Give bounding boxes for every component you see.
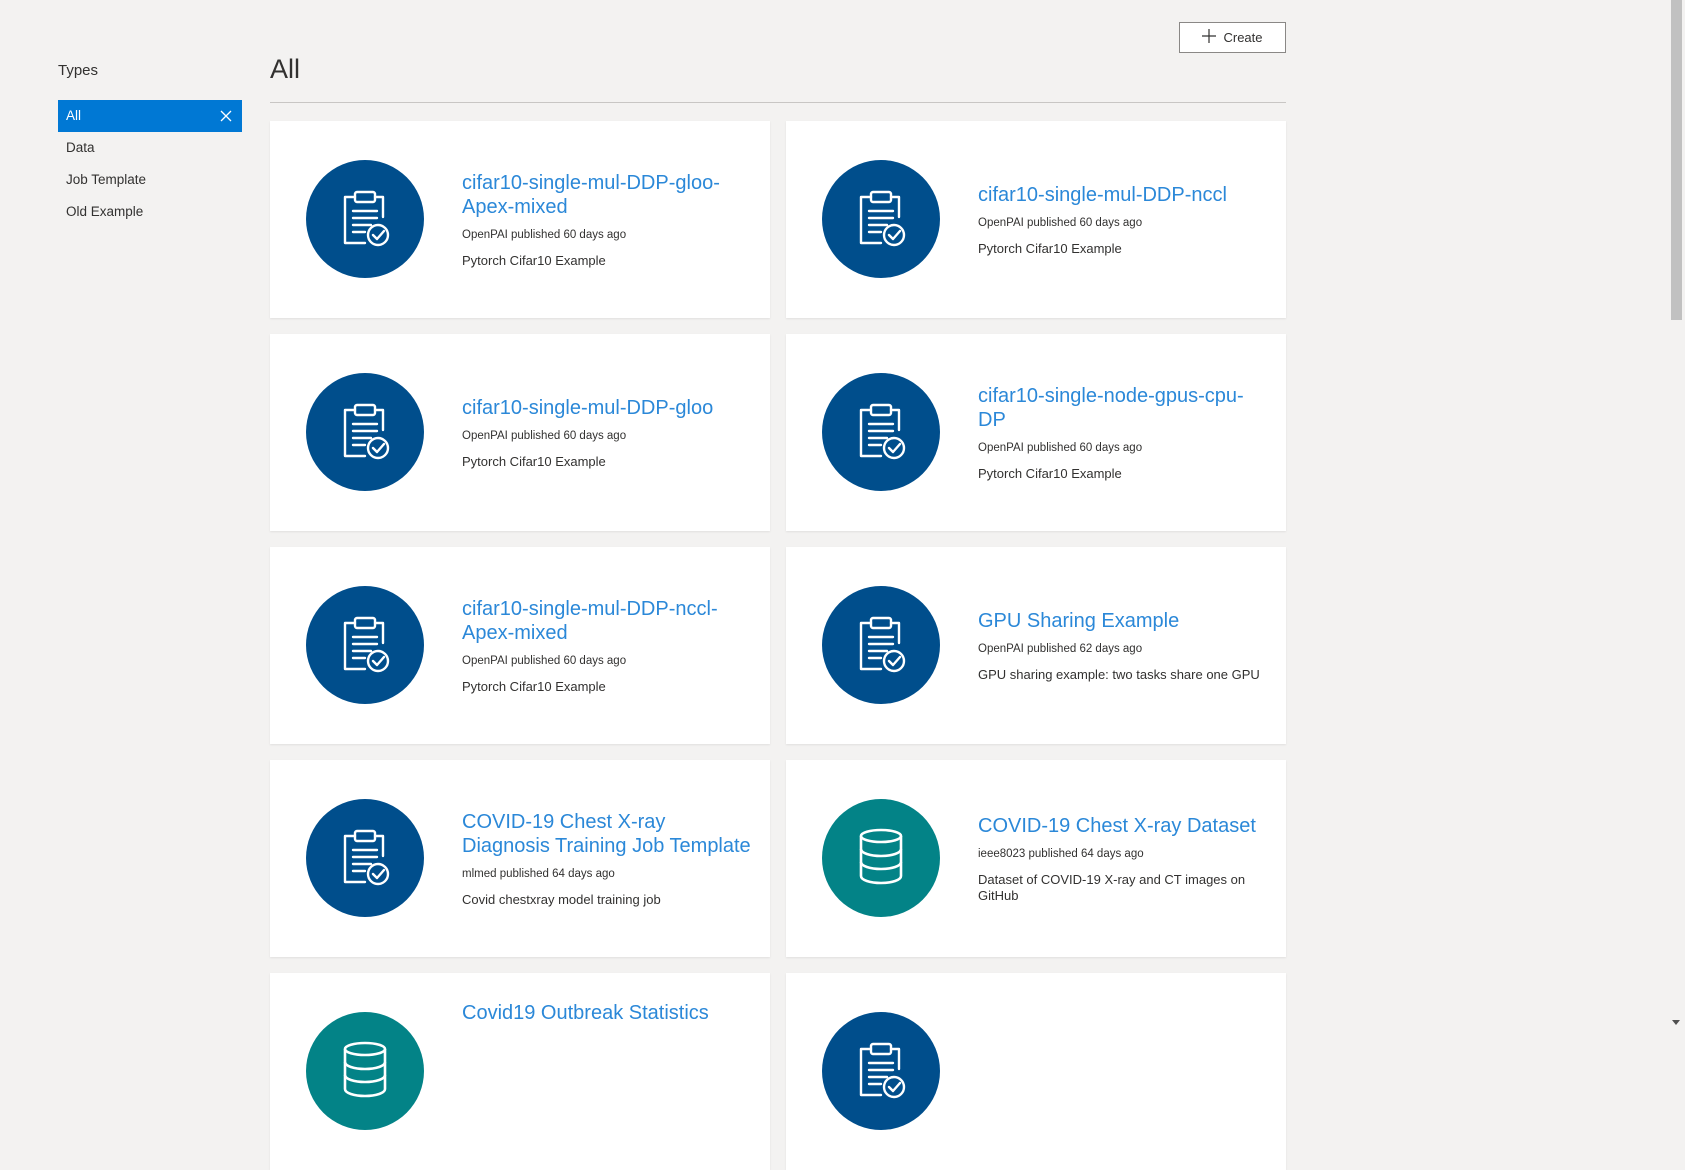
create-button-label: Create <box>1223 30 1263 45</box>
marketplace-card[interactable]: Covid19 Outbreak Statistics <box>270 973 770 1170</box>
type-filter-label: Data <box>66 140 95 155</box>
job-template-icon-circle <box>306 160 424 278</box>
job-template-icon-circle <box>822 1012 940 1130</box>
marketplace-card[interactable] <box>786 973 1286 1170</box>
card-publisher: OpenPAI published 60 days ago <box>978 216 1143 229</box>
create-button[interactable]: Create <box>1179 22 1286 53</box>
clipboard-check-icon <box>337 826 393 891</box>
card-description: Pytorch Cifar10 Example <box>978 240 1122 256</box>
card-title[interactable]: COVID-19 Chest X-ray Dataset <box>978 814 1270 838</box>
scroll-down-arrow-icon[interactable] <box>1672 1020 1680 1025</box>
type-filter-data[interactable]: Data <box>58 132 242 164</box>
type-filter-all[interactable]: All <box>58 100 242 132</box>
card-description: Dataset of COVID-19 X-ray and CT images … <box>978 871 1246 903</box>
data-icon-circle <box>822 799 940 917</box>
job-template-icon-circle <box>306 373 424 491</box>
marketplace-card[interactable]: cifar10-single-mul-DDP-gloo-Apex-mixed O… <box>270 121 770 318</box>
type-filter-old-example[interactable]: Old Example <box>58 196 242 228</box>
page-scrollbar[interactable] <box>1668 0 1685 1027</box>
type-filter-label: Job Template <box>66 172 147 187</box>
marketplace-card[interactable]: COVID-19 Chest X-ray Dataset ieee8023 pu… <box>786 760 1286 957</box>
card-title[interactable]: GPU Sharing Example <box>978 609 1270 633</box>
type-filter-label: All <box>66 108 82 123</box>
database-icon <box>340 1040 390 1103</box>
clipboard-check-icon <box>337 613 393 678</box>
card-publisher: OpenPAI published 60 days ago <box>462 654 627 667</box>
card-description: GPU sharing example: two tasks share one… <box>978 666 1260 682</box>
marketplace-card[interactable]: cifar10-single-node-gpus-cpu-DP OpenPAI … <box>786 334 1286 531</box>
card-publisher: OpenPAI published 62 days ago <box>978 642 1143 655</box>
clipboard-check-icon <box>853 613 909 678</box>
type-filter-label: Old Example <box>66 204 144 219</box>
marketplace-card[interactable]: cifar10-single-mul-DDP-gloo OpenPAI publ… <box>270 334 770 531</box>
marketplace-card[interactable]: COVID-19 Chest X-ray Diagnosis Training … <box>270 760 770 957</box>
types-heading: Types <box>58 62 99 79</box>
page-title: All <box>270 54 301 84</box>
clipboard-check-icon <box>337 187 393 252</box>
card-publisher: ieee8023 published 64 days ago <box>978 847 1144 860</box>
clear-filter-icon[interactable] <box>216 100 236 132</box>
card-title[interactable]: cifar10-single-mul-DDP-nccl-Apex-mixed <box>462 597 754 645</box>
plus-icon <box>1202 29 1217 46</box>
scrollbar-thumb[interactable] <box>1671 0 1682 320</box>
card-title[interactable]: cifar10-single-mul-DDP-gloo <box>462 396 754 420</box>
types-filter-list: All Data Job Template Old Example <box>58 100 242 228</box>
card-publisher: OpenPAI published 60 days ago <box>978 441 1143 454</box>
card-title[interactable]: cifar10-single-mul-DDP-nccl <box>978 183 1270 207</box>
card-publisher: OpenPAI published 60 days ago <box>462 228 627 241</box>
clipboard-check-icon <box>853 1039 909 1104</box>
type-filter-job-template[interactable]: Job Template <box>58 164 242 196</box>
job-template-icon-circle <box>306 799 424 917</box>
card-title[interactable]: cifar10-single-node-gpus-cpu-DP <box>978 384 1270 432</box>
card-description: Covid chestxray model training job <box>462 891 661 907</box>
job-template-icon-circle <box>822 373 940 491</box>
marketplace-card[interactable]: cifar10-single-mul-DDP-nccl-Apex-mixed O… <box>270 547 770 744</box>
clipboard-check-icon <box>337 400 393 465</box>
card-description: Pytorch Cifar10 Example <box>462 453 606 469</box>
clipboard-check-icon <box>853 400 909 465</box>
card-title[interactable]: cifar10-single-mul-DDP-gloo-Apex-mixed <box>462 171 754 219</box>
card-publisher: mlmed published 64 days ago <box>462 867 615 880</box>
card-title[interactable]: Covid19 Outbreak Statistics <box>462 1001 754 1025</box>
card-description: Pytorch Cifar10 Example <box>978 465 1122 481</box>
marketplace-card[interactable]: cifar10-single-mul-DDP-nccl OpenPAI publ… <box>786 121 1286 318</box>
job-template-icon-circle <box>822 160 940 278</box>
header-divider <box>270 102 1286 103</box>
card-publisher: OpenPAI published 60 days ago <box>462 429 627 442</box>
marketplace-card[interactable]: GPU Sharing Example OpenPAI published 62… <box>786 547 1286 744</box>
card-title[interactable]: COVID-19 Chest X-ray Diagnosis Training … <box>462 810 754 858</box>
data-icon-circle <box>306 1012 424 1130</box>
database-icon <box>856 827 906 890</box>
card-description: Pytorch Cifar10 Example <box>462 678 606 694</box>
card-description: Pytorch Cifar10 Example <box>462 252 606 268</box>
job-template-icon-circle <box>822 586 940 704</box>
job-template-icon-circle <box>306 586 424 704</box>
clipboard-check-icon <box>853 187 909 252</box>
